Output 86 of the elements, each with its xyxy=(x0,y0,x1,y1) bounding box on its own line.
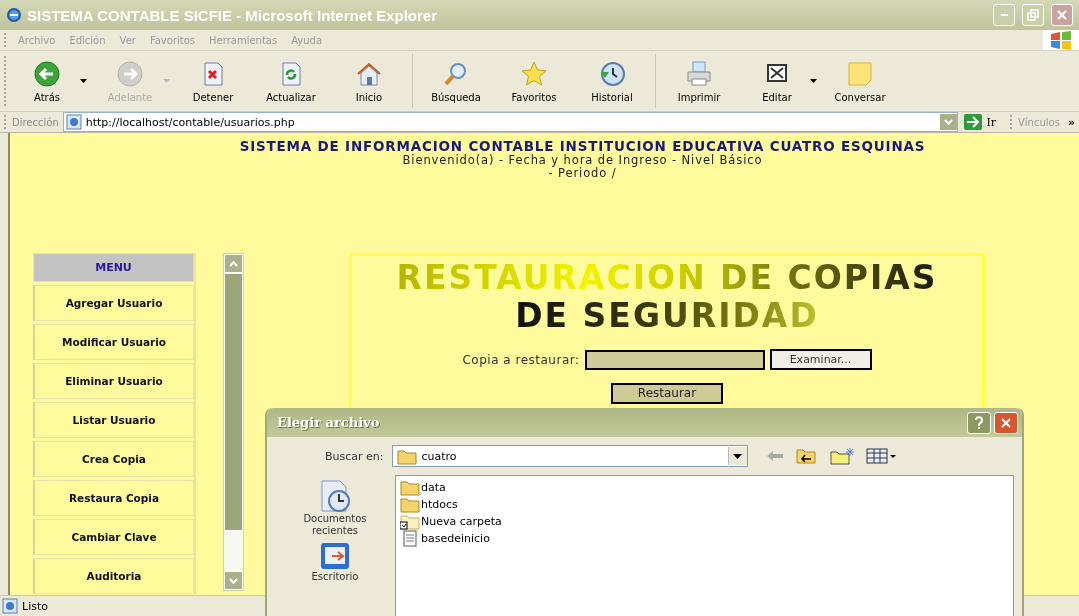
browse-button[interactable]: Examinar... xyxy=(769,349,872,370)
toolbar-button[interactable]: Búsqueda xyxy=(417,57,495,105)
up-folder-icon[interactable] xyxy=(795,447,818,465)
menu-title: MENU xyxy=(33,253,194,282)
menu-link[interactable]: Agregar Usuario xyxy=(33,285,194,321)
folder-shortcut-icon xyxy=(400,513,420,530)
menu-link[interactable]: Restaura Copia xyxy=(33,480,194,516)
period-text: - Periodo / xyxy=(548,167,617,180)
file-list-item[interactable]: htdocs xyxy=(400,496,1013,513)
caret-icon[interactable] xyxy=(810,79,817,83)
page-heading: SISTEMA DE INFORMACION CONTABLE INSTITUCION EDUCATIVA CUATRO ESQUINAS xyxy=(239,138,926,154)
file-list-item[interactable]: Nueva carpeta xyxy=(400,513,1013,530)
scrollbar[interactable] xyxy=(223,253,244,591)
menu-link[interactable]: Auditoria xyxy=(33,558,194,594)
toolbar-button[interactable]: Inicio xyxy=(330,57,408,105)
look-in-label: Buscar en: xyxy=(325,449,384,463)
close-button[interactable] xyxy=(994,411,1018,434)
menu-link[interactable]: Listar Usuario xyxy=(33,402,194,438)
menu-link[interactable]: Crea Copia xyxy=(33,441,194,477)
close-icon xyxy=(1056,9,1068,21)
clock-icon xyxy=(598,59,626,88)
file-list-item[interactable]: data xyxy=(400,479,1013,496)
toolbar-button[interactable]: Favoritos xyxy=(495,57,573,105)
scroll-down-button[interactable] xyxy=(224,571,243,590)
restore-button[interactable]: Restaurar xyxy=(611,382,723,404)
help-button[interactable] xyxy=(967,411,991,434)
toolbar-button[interactable]: Actualizar xyxy=(252,57,330,105)
new-folder-icon[interactable] xyxy=(829,447,854,465)
back-arrow-icon[interactable] xyxy=(765,450,784,462)
window-title: SISTEMA CONTABLE SICFIE - Microsoft Internet Explorer xyxy=(27,6,438,24)
close-icon xyxy=(1000,416,1012,429)
menu-link[interactable]: Eliminar Usuario xyxy=(33,363,194,399)
look-in-dropdown[interactable]: cuatro xyxy=(391,445,748,467)
question-mark-icon xyxy=(973,415,985,430)
toolbar-button[interactable]: Conversar xyxy=(821,57,899,105)
menu-link[interactable]: Modificar Usuario xyxy=(33,324,194,360)
address-field[interactable]: http://localhost/contable/usuarios.php xyxy=(62,112,959,132)
welcome-text: Bienvenido(a) - Fecha y hora de Ingreso - Nivel Básico xyxy=(402,154,763,167)
folder-icon xyxy=(400,496,420,513)
chevron-down-icon xyxy=(229,577,238,584)
chevron-up-icon xyxy=(229,260,238,267)
minimize-button[interactable] xyxy=(993,4,1015,26)
toolbar-button[interactable]: Imprimir xyxy=(660,57,738,105)
recent-documents-icon xyxy=(318,479,352,513)
places-item[interactable]: Documentos recientes xyxy=(295,479,375,537)
caret-icon[interactable] xyxy=(80,79,87,83)
field-label: Copia a restaurar: xyxy=(462,352,580,367)
toolbar-button[interactable]: Editar xyxy=(738,57,816,105)
go-arrow-icon xyxy=(964,114,983,130)
scroll-thumb[interactable] xyxy=(224,273,243,531)
browser-logo-icon xyxy=(6,7,22,23)
places-item[interactable]: Escritorio xyxy=(295,541,375,583)
folder-icon xyxy=(400,479,420,496)
go-button[interactable]: Ir xyxy=(962,114,1006,130)
printer-icon xyxy=(685,59,713,88)
note-icon xyxy=(846,59,874,88)
star-icon xyxy=(520,59,548,88)
status-text: Listo xyxy=(22,599,48,613)
menu-link[interactable]: Cambiar Clave xyxy=(33,519,194,555)
page-icon xyxy=(2,598,18,614)
restore-button[interactable] xyxy=(1022,4,1044,26)
caret-icon xyxy=(733,453,742,459)
address-label: Dirección xyxy=(12,116,59,128)
dropdown-button[interactable] xyxy=(940,114,958,130)
toolbar-grip xyxy=(4,56,8,106)
windows-flag-icon xyxy=(1049,30,1073,50)
toolbar-button[interactable]: Atrás xyxy=(8,57,86,105)
toolbar-button[interactable]: Historial xyxy=(573,57,651,105)
toolbar-grip xyxy=(4,115,8,129)
file-list-item[interactable]: basedeinicio xyxy=(400,530,1013,547)
page-icon xyxy=(65,114,82,130)
desktop-icon xyxy=(319,541,351,571)
toolbar-grip xyxy=(4,33,8,47)
more-chevron[interactable]: » xyxy=(1063,115,1079,129)
dialog-title: Elegir archivo xyxy=(277,415,380,430)
folder-icon xyxy=(396,447,417,465)
text-file-icon xyxy=(400,530,420,547)
file-path-field[interactable] xyxy=(584,349,765,370)
minimize-icon xyxy=(1000,14,1008,16)
chevron-down-icon xyxy=(944,119,954,125)
toolbar-button[interactable]: Detener xyxy=(174,57,252,105)
restore-icon xyxy=(1027,9,1039,21)
toolbar-grip xyxy=(1010,115,1014,129)
close-button[interactable] xyxy=(1051,4,1073,26)
view-menu-icon[interactable] xyxy=(865,448,896,464)
scroll-up-button[interactable] xyxy=(224,254,243,273)
